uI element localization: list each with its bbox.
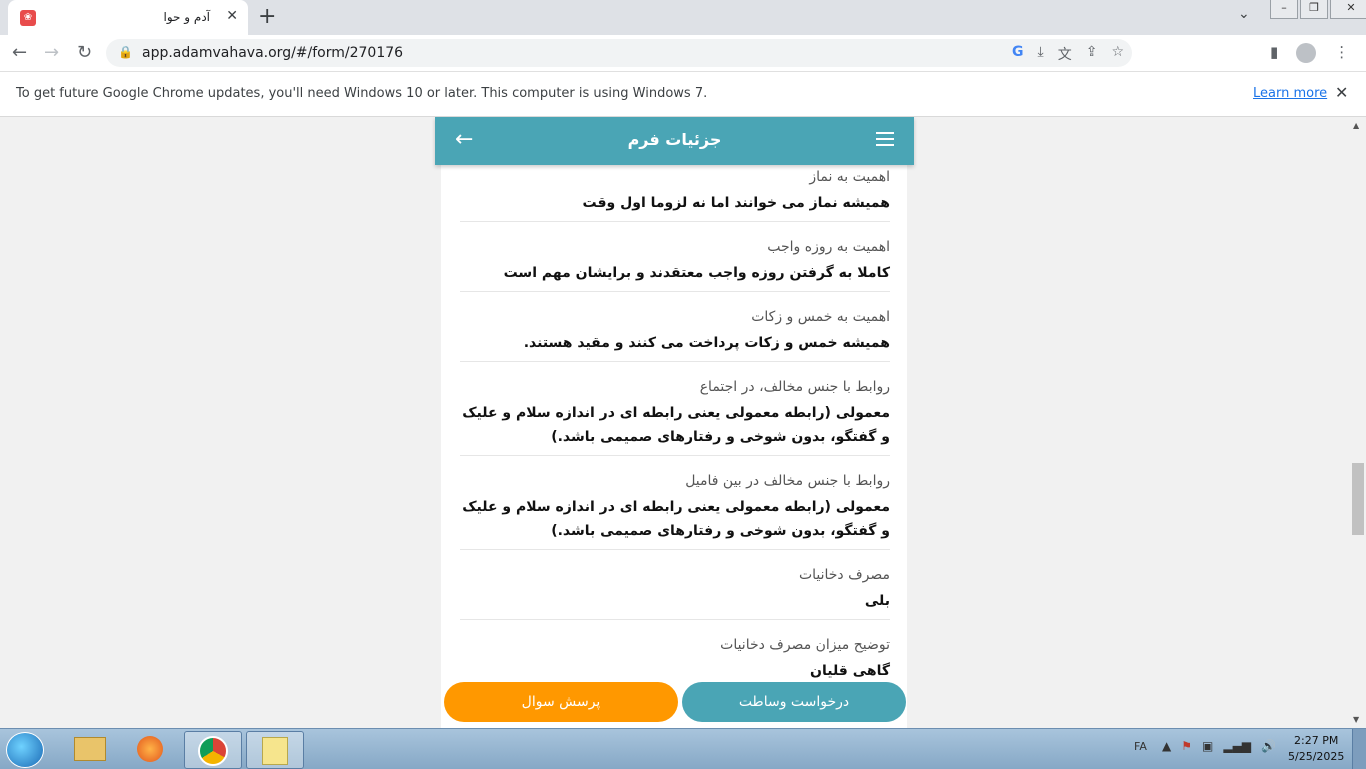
- notes-app-icon[interactable]: [246, 731, 304, 769]
- action-center-flag-icon[interactable]: ⚑: [1181, 739, 1192, 753]
- field-label: اهمیت به روزه واجب: [767, 239, 890, 255]
- field-label: روابط با جنس مخالف در بین فامیل: [685, 473, 890, 489]
- reload-icon[interactable]: ↻: [77, 42, 92, 63]
- request-mediation-button[interactable]: درخواست وساطت: [682, 682, 906, 722]
- bookmark-star-icon[interactable]: ☆: [1111, 44, 1124, 64]
- start-button[interactable]: [6, 732, 44, 768]
- field-value: معمولی (رابطه معمولی یعنی رابطه ای در ان…: [462, 405, 890, 445]
- close-window-button[interactable]: ✕: [1330, 0, 1366, 19]
- field-value: کاملا به گرفتن روزه واجب معتقدند و برایش…: [503, 265, 890, 281]
- field-prayer: اهمیت به نماز همیشه نماز می خوانند اما ن…: [460, 169, 890, 222]
- restore-button[interactable]: ❐: [1300, 0, 1328, 19]
- infobar-message: To get future Google Chrome updates, you…: [16, 86, 708, 101]
- hamburger-menu-icon[interactable]: [876, 132, 894, 150]
- address-bar[interactable]: 🔒 app.adamvahava.org/#/form/270176 G ⤓ 文…: [106, 39, 1132, 67]
- field-khums: اهمیت به خمس و زکات همیشه خمس و زکات پرد…: [460, 309, 890, 362]
- page-title: جزئیات فرم: [627, 130, 722, 149]
- tab-search-chevron-icon[interactable]: ⌄: [1238, 6, 1250, 22]
- install-app-icon[interactable]: ⤓: [1038, 44, 1044, 64]
- volume-icon[interactable]: 🔊: [1261, 739, 1276, 753]
- field-value: بلی: [864, 593, 890, 609]
- page-viewport: اهمیت به نماز همیشه نماز می خوانند اما ن…: [0, 117, 1350, 728]
- ask-question-button[interactable]: پرسش سوال: [444, 682, 678, 722]
- field-label: روابط با جنس مخالف، در اجتماع: [699, 379, 890, 395]
- field-label: اهمیت به نماز: [809, 169, 890, 185]
- field-value: همیشه نماز می خوانند اما نه لزوما اول وق…: [582, 195, 890, 211]
- field-value: گاهی قلیان: [810, 663, 890, 679]
- field-relations-family: روابط با جنس مخالف در بین فامیل معمولی (…: [460, 473, 890, 550]
- field-relations-society: روابط با جنس مخالف، در اجتماع معمولی (را…: [460, 379, 890, 456]
- window-controls: – ❐ ✕: [1268, 0, 1366, 20]
- language-indicator[interactable]: FA: [1134, 740, 1147, 753]
- file-explorer-icon[interactable]: [62, 731, 118, 767]
- page-scrollbar[interactable]: ▲ ▼: [1350, 117, 1366, 728]
- show-desktop-button[interactable]: [1352, 729, 1366, 769]
- field-value: معمولی (رابطه معمولی یعنی رابطه ای در ان…: [462, 499, 890, 539]
- clock-time: 2:27 PM: [1294, 734, 1339, 747]
- minimize-button[interactable]: –: [1270, 0, 1298, 19]
- system-clock[interactable]: 2:27 PM 5/25/2025: [1288, 733, 1344, 765]
- field-smoking: مصرف دخانیات بلی: [460, 567, 890, 620]
- browser-toolbar: ← → ↻ 🔒 app.adamvahava.org/#/form/270176…: [0, 35, 1366, 72]
- network-signal-icon[interactable]: ▂▄▆: [1223, 739, 1251, 753]
- clock-date: 5/25/2025: [1288, 750, 1345, 763]
- chrome-icon[interactable]: [184, 731, 242, 769]
- close-tab-icon[interactable]: ✕: [226, 8, 238, 24]
- field-label: مصرف دخانیات: [798, 567, 890, 583]
- show-hidden-icons-icon[interactable]: ▲: [1162, 739, 1171, 753]
- windows-taskbar: FA ▲ ⚑ ▣ ▂▄▆ 🔊 2:27 PM 5/25/2025: [0, 728, 1366, 769]
- share-icon[interactable]: ⇪: [1086, 44, 1098, 64]
- field-label: توضیح میزان مصرف دخانیات: [720, 637, 890, 653]
- learn-more-link[interactable]: Learn more: [1253, 86, 1327, 101]
- device-icon[interactable]: ▣: [1202, 739, 1213, 753]
- tab-title: آدم و حوا: [163, 10, 210, 24]
- url-text[interactable]: app.adamvahava.org/#/form/270176: [142, 45, 403, 61]
- app-header: ← جزئیات فرم: [435, 117, 914, 165]
- side-panel-icon[interactable]: ▮: [1270, 43, 1278, 63]
- close-infobar-icon[interactable]: ✕: [1335, 83, 1348, 102]
- field-value: همیشه خمس و زکات پرداخت می کنند و مقید ه…: [523, 335, 890, 351]
- update-infobar: To get future Google Chrome updates, you…: [0, 72, 1366, 117]
- firefox-icon[interactable]: [122, 731, 178, 767]
- scroll-up-icon[interactable]: ▲: [1353, 121, 1359, 130]
- menu-kebab-icon[interactable]: ⋮: [1334, 43, 1349, 63]
- field-label: اهمیت به خمس و زکات: [751, 309, 890, 325]
- scroll-down-icon[interactable]: ▼: [1353, 715, 1359, 724]
- back-icon[interactable]: ←: [12, 42, 27, 63]
- google-icon[interactable]: G: [1012, 44, 1024, 64]
- scroll-thumb[interactable]: [1352, 463, 1364, 535]
- lock-icon[interactable]: 🔒: [118, 45, 133, 59]
- profile-avatar-icon[interactable]: [1296, 43, 1317, 63]
- tab-strip: ❀ آدم و حوا ✕ + ⌄ – ❐ ✕: [0, 0, 1366, 35]
- browser-tab[interactable]: ❀ آدم و حوا ✕: [8, 0, 248, 35]
- translate-icon[interactable]: 文: [1058, 44, 1072, 64]
- site-favicon-icon: ❀: [20, 10, 36, 26]
- field-fasting: اهمیت به روزه واجب کاملا به گرفتن روزه و…: [460, 239, 890, 292]
- new-tab-button[interactable]: +: [258, 4, 276, 29]
- forward-icon[interactable]: →: [44, 42, 59, 63]
